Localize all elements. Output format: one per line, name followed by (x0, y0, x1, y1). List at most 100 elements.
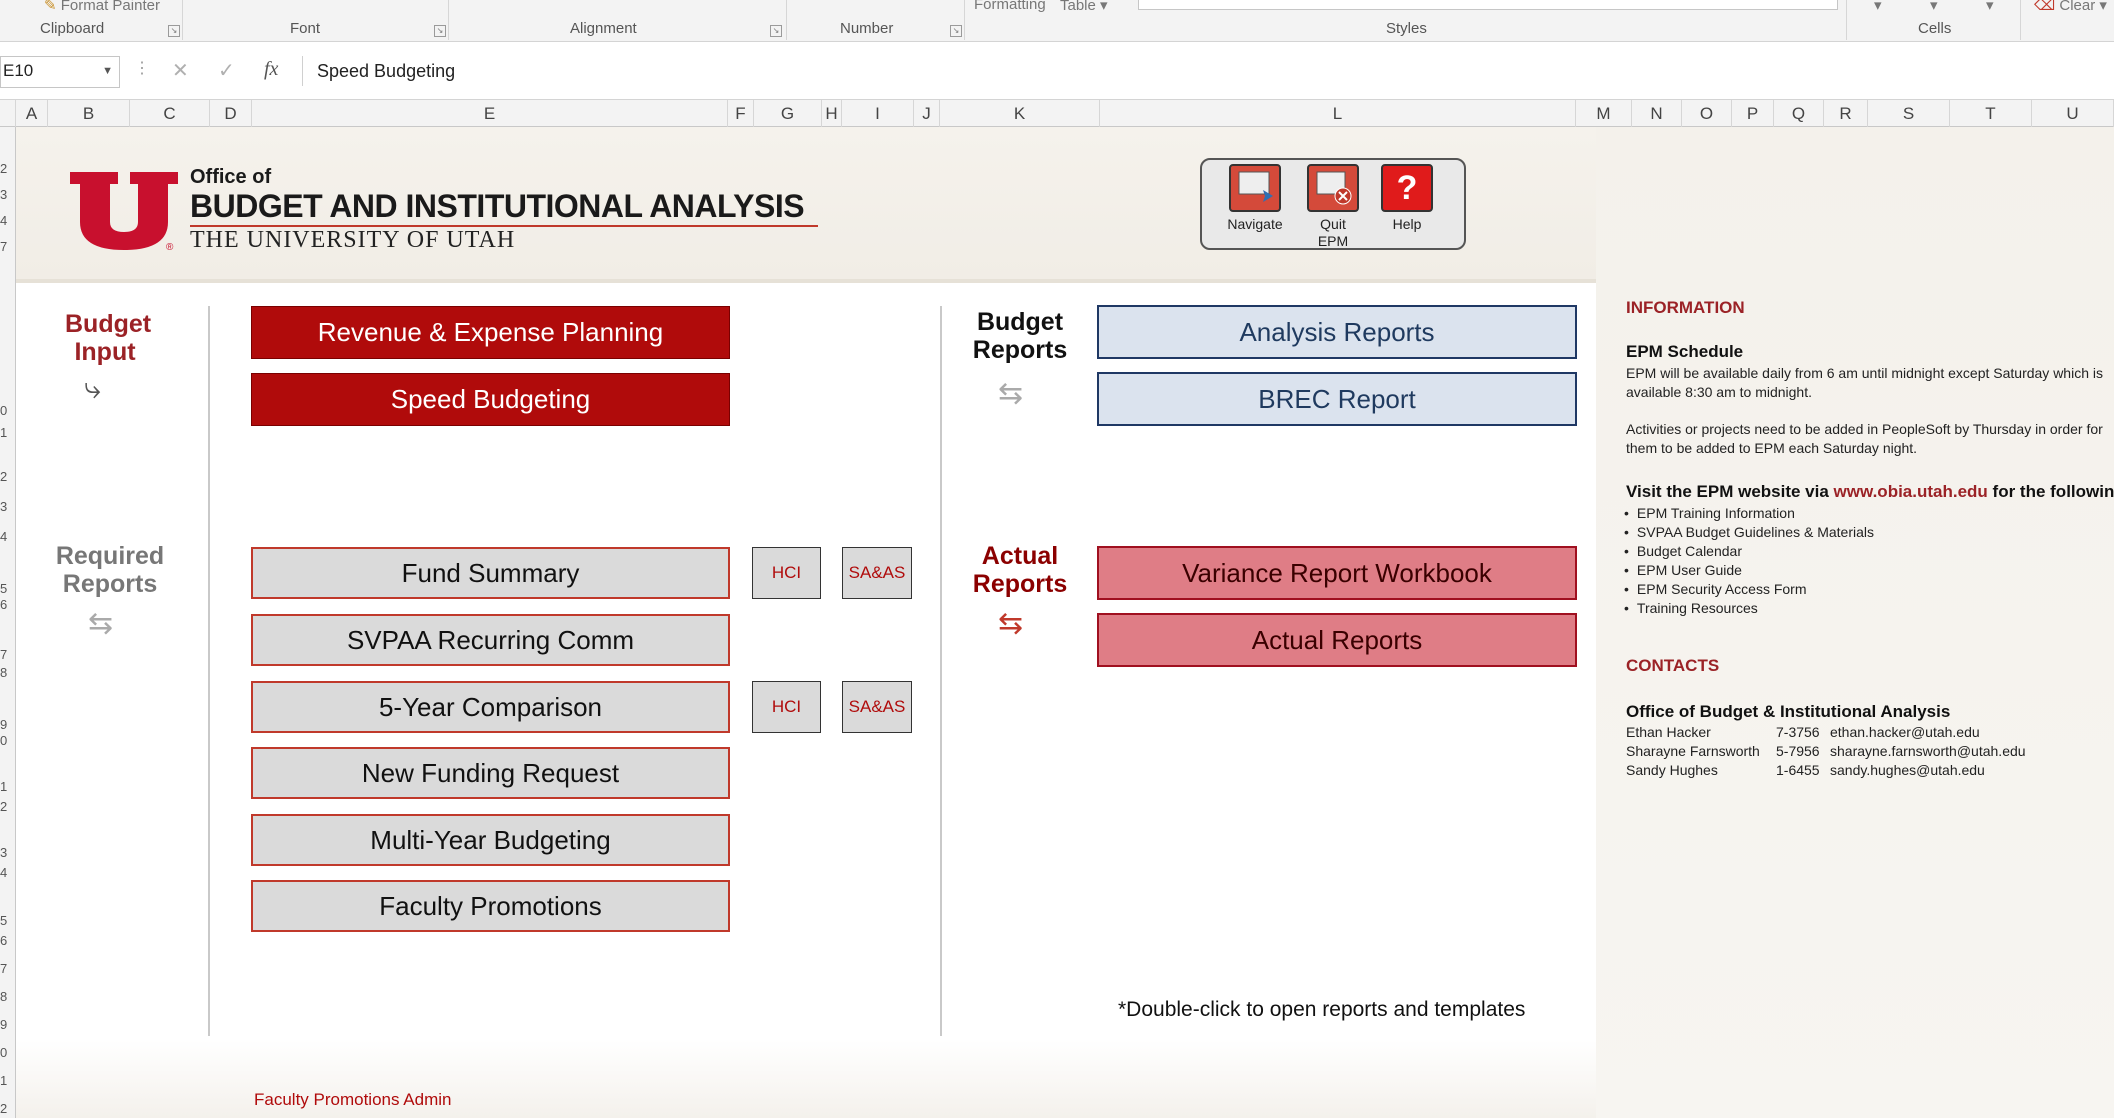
row-number[interactable]: 4 (0, 865, 16, 880)
row-number[interactable]: 2 (0, 161, 16, 176)
cancel-edit-icon[interactable]: ✕ (172, 58, 189, 83)
analysis-reports-button[interactable]: Analysis Reports (1097, 305, 1577, 359)
row-number[interactable]: 8 (0, 989, 16, 1004)
insert-dropdown-icon[interactable]: ▾ (1874, 0, 1882, 14)
actual-reports-button[interactable]: Actual Reports (1097, 613, 1577, 667)
ribbon-separator (2020, 0, 2021, 40)
contact-phone: 1-6455 (1776, 762, 1820, 778)
column-header-q[interactable]: Q (1774, 100, 1824, 127)
contact-email[interactable]: sandy.hughes@utah.edu (1830, 762, 1985, 778)
column-header-o[interactable]: O (1682, 100, 1732, 127)
row-number[interactable]: 6 (0, 597, 16, 612)
quit-epm-button[interactable]: Quit EPM (1302, 164, 1364, 250)
column-header-f[interactable]: F (728, 100, 754, 127)
delete-dropdown-icon[interactable]: ▾ (1930, 0, 1938, 14)
row-number[interactable]: 6 (0, 933, 16, 948)
row-number[interactable]: 2 (0, 469, 16, 484)
column-header-n[interactable]: N (1632, 100, 1682, 127)
column-header-k[interactable]: K (940, 100, 1100, 127)
row-number[interactable]: 5 (0, 581, 16, 596)
confirm-edit-icon[interactable]: ✓ (218, 58, 235, 83)
eraser-icon: ⌫ (2034, 0, 2056, 14)
brec-report-button[interactable]: BREC Report (1097, 372, 1577, 426)
column-header-g[interactable]: G (754, 100, 822, 127)
information-heading: INFORMATION (1626, 298, 1745, 317)
row-number[interactable]: 7 (0, 961, 16, 976)
fund-summary-button[interactable]: Fund Summary (251, 547, 730, 599)
row-number[interactable]: 3 (0, 187, 16, 202)
row-number[interactable]: 3 (0, 845, 16, 860)
row-number[interactable]: 1 (0, 1073, 16, 1088)
column-header-l[interactable]: L (1100, 100, 1576, 127)
format-dropdown-icon[interactable]: ▾ (1986, 0, 1994, 14)
faculty-promotions-button[interactable]: Faculty Promotions (251, 880, 730, 932)
fund-summary-hci-button[interactable]: HCI (752, 547, 821, 599)
row-number[interactable]: 7 (0, 239, 16, 254)
row-number[interactable]: 4 (0, 529, 16, 544)
row-number[interactable]: 2 (0, 1101, 16, 1116)
row-number[interactable]: 8 (0, 665, 16, 680)
column-header-u[interactable]: U (2032, 100, 2114, 127)
conditional-formatting-button[interactable]: Formatting (974, 0, 1046, 13)
column-header-c[interactable]: C (130, 100, 210, 127)
row-number[interactable]: 3 (0, 499, 16, 514)
navigate-button[interactable]: Navigate (1224, 164, 1286, 233)
variance-report-workbook-button[interactable]: Variance Report Workbook (1097, 546, 1577, 600)
row-number[interactable]: 9 (0, 717, 16, 732)
column-header-a[interactable]: A (16, 100, 48, 127)
formula-input[interactable]: Speed Budgeting (302, 56, 2114, 86)
contacts-heading: CONTACTS (1626, 656, 1720, 675)
multi-year-budgeting-button[interactable]: Multi-Year Budgeting (251, 814, 730, 866)
revenue-expense-planning-button[interactable]: Revenue & Expense Planning (251, 306, 730, 359)
column-header-j[interactable]: J (914, 100, 940, 127)
column-header-i[interactable]: I (842, 100, 914, 127)
row-number[interactable]: 4 (0, 213, 16, 228)
font-launcher-icon[interactable]: ↘ (434, 25, 446, 37)
help-button[interactable]: ? Help (1376, 164, 1438, 233)
row-number[interactable]: 0 (0, 1045, 16, 1060)
column-header-h[interactable]: H (822, 100, 842, 127)
name-box[interactable]: E10 ▼ (0, 56, 120, 88)
contact-email[interactable]: sharayne.farnsworth@utah.edu (1830, 743, 2026, 759)
alignment-launcher-icon[interactable]: ↘ (770, 25, 782, 37)
row-number[interactable]: 7 (0, 647, 16, 662)
clear-button[interactable]: ⌫ Clear ▾ (2034, 0, 2107, 14)
double-click-footnote: *Double-click to open reports and templa… (1118, 998, 1526, 1021)
column-header-r[interactable]: R (1824, 100, 1868, 127)
row-number[interactable]: 9 (0, 1017, 16, 1032)
format-painter-button[interactable]: ✎ Format Painter (44, 0, 160, 14)
clipboard-launcher-icon[interactable]: ↘ (168, 25, 180, 37)
insert-function-icon[interactable]: fx (264, 58, 278, 81)
speed-budgeting-button[interactable]: Speed Budgeting (251, 373, 730, 426)
turn-arrow-icon: ⤷ (84, 372, 101, 405)
number-launcher-icon[interactable]: ↘ (950, 25, 962, 37)
row-number[interactable]: 1 (0, 779, 16, 794)
row-number[interactable]: 0 (0, 733, 16, 748)
new-funding-request-button[interactable]: New Funding Request (251, 747, 730, 799)
five-year-hci-button[interactable]: HCI (752, 681, 821, 733)
row-number[interactable]: 0 (0, 403, 16, 418)
select-all-corner[interactable] (0, 100, 16, 127)
faculty-promotions-admin-link[interactable]: Faculty Promotions Admin (254, 1090, 451, 1110)
column-header-b[interactable]: B (48, 100, 130, 127)
contact-email[interactable]: ethan.hacker@utah.edu (1830, 724, 1980, 740)
cell-styles-gallery[interactable] (1138, 0, 1838, 10)
row-number[interactable]: 5 (0, 913, 16, 928)
column-header-m[interactable]: M (1576, 100, 1632, 127)
column-header-e[interactable]: E (252, 100, 728, 127)
obia-website-link[interactable]: www.obia.utah.edu (1834, 482, 1988, 501)
five-year-comparison-button[interactable]: 5-Year Comparison (251, 681, 730, 733)
row-number[interactable]: 1 (0, 425, 16, 440)
svpaa-recurring-comm-button[interactable]: SVPAA Recurring Comm (251, 614, 730, 666)
five-year-saas-button[interactable]: SA&AS (842, 681, 912, 733)
fund-summary-saas-button[interactable]: SA&AS (842, 547, 912, 599)
row-number[interactable]: 2 (0, 799, 16, 814)
column-header-d[interactable]: D (210, 100, 252, 127)
format-as-table-button[interactable]: Table ▾ (1060, 0, 1108, 14)
group-alignment: Alignment (570, 20, 637, 37)
column-header-t[interactable]: T (1950, 100, 2032, 127)
column-header-s[interactable]: S (1868, 100, 1950, 127)
paintbrush-icon: ✎ (44, 0, 57, 14)
name-box-dropdown-icon[interactable]: ▼ (102, 57, 113, 85)
column-header-p[interactable]: P (1732, 100, 1774, 127)
